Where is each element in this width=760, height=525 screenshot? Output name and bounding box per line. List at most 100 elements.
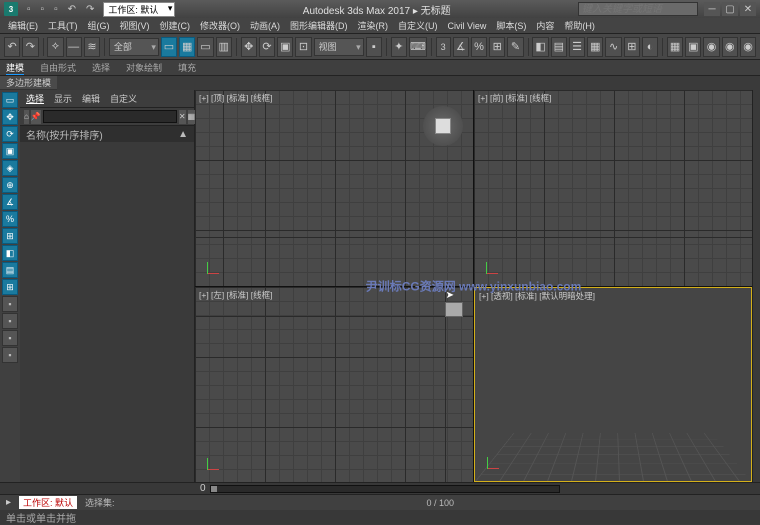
edit-named-sel-button[interactable]: ✎	[507, 37, 523, 57]
ref-coord-dropdown[interactable]: 视图	[314, 38, 364, 56]
menu-animation[interactable]: 动画(A)	[246, 19, 284, 32]
menu-group[interactable]: 组(G)	[84, 19, 114, 32]
tool-percent-icon[interactable]: %	[2, 211, 18, 227]
menu-tools[interactable]: 工具(T)	[44, 19, 82, 32]
menu-content[interactable]: 内容	[532, 19, 558, 32]
tool-place-icon[interactable]: ◈	[2, 160, 18, 176]
scene-tab-custom[interactable]: 自定义	[110, 92, 137, 105]
viewcube[interactable]	[423, 106, 463, 146]
app-icon[interactable]: 3	[4, 2, 18, 16]
time-slider-handle[interactable]	[211, 486, 217, 492]
ribbon-tab-freeform[interactable]: 自由形式	[40, 61, 76, 74]
viewport-top-label[interactable]: [+] [顶] [标准] [线框]	[199, 92, 272, 104]
ribbon-tab-populate[interactable]: 填充	[178, 61, 196, 74]
workspace-dropdown[interactable]: 工作区: 默认	[103, 2, 175, 17]
qat-redo-icon[interactable]: ↷	[83, 4, 97, 15]
ribbon-tab-modeling[interactable]: 建模	[6, 61, 24, 75]
menu-grapheditors[interactable]: 图形编辑器(D)	[286, 19, 352, 32]
ribbon-group-label[interactable]: 多边形建模	[0, 76, 57, 90]
scene-tab-display[interactable]: 显示	[54, 92, 72, 105]
move-button[interactable]: ✥	[241, 37, 257, 57]
material-editor-button[interactable]: ◐	[642, 37, 658, 57]
qat-undo-icon[interactable]: ↶	[65, 4, 79, 15]
viewport-left-label[interactable]: [+] [左] [标准] [线框]	[199, 289, 272, 301]
bind-button[interactable]: ≋	[84, 37, 100, 57]
mirror-button[interactable]: ◧	[532, 37, 548, 57]
scene-list[interactable]	[20, 142, 194, 482]
viewport-persp-label[interactable]: [+] [透视] [标准] [默认明暗处理]	[479, 290, 595, 302]
unlink-button[interactable]: —	[66, 37, 82, 57]
tool-misc2-icon[interactable]: ▪	[2, 313, 18, 329]
menu-script[interactable]: 脚本(S)	[492, 19, 530, 32]
rotate-button[interactable]: ⟳	[259, 37, 275, 57]
tool-spinner-icon[interactable]: ⊞	[2, 228, 18, 244]
tool-select-icon[interactable]: ▭	[2, 92, 18, 108]
rendered-frame-button[interactable]: ▣	[685, 37, 701, 57]
toggle-ribbon-button[interactable]: ▦	[587, 37, 603, 57]
viewport-perspective[interactable]: [+] [透视] [标准] [默认明暗处理]	[474, 287, 752, 483]
percent-snap-button[interactable]: %	[471, 37, 487, 57]
use-center-button[interactable]: ▪	[366, 37, 382, 57]
tool-misc4-icon[interactable]: ▪	[2, 347, 18, 363]
tool-scale-icon[interactable]: ▣	[2, 143, 18, 159]
snap-toggle-button[interactable]: 3	[436, 37, 451, 57]
select-object-button[interactable]: ▭	[161, 37, 177, 57]
scene-view-icon[interactable]: ▦	[188, 110, 196, 124]
maximize-icon[interactable]: ▢	[722, 2, 738, 16]
link-button[interactable]: ⟡	[47, 37, 63, 57]
window-crossing-button[interactable]: ▥	[216, 37, 232, 57]
expand-icon[interactable]: ▸	[6, 497, 11, 508]
menu-edit[interactable]: 编辑(E)	[4, 19, 42, 32]
angle-snap-button[interactable]: ∡	[453, 37, 469, 57]
workspace-status[interactable]: 工作区: 默认	[19, 496, 77, 509]
viewport-front[interactable]: [+] [前] [标准] [线框]	[474, 90, 752, 286]
help-search-input[interactable]	[578, 2, 698, 16]
minimize-icon[interactable]: ─	[704, 2, 720, 16]
tool-align-icon[interactable]: ▤	[2, 262, 18, 278]
viewport-left[interactable]: [+] [左] [标准] [线框]	[195, 287, 473, 483]
render-setup-button[interactable]: ▦	[667, 37, 683, 57]
scene-clear-icon[interactable]: ✕	[179, 110, 186, 124]
render-activeshade-button[interactable]: ◉	[740, 37, 756, 57]
menu-civilview[interactable]: Civil View	[444, 21, 491, 31]
menu-modifiers[interactable]: 修改器(O)	[196, 19, 244, 32]
spinner-snap-button[interactable]: ⊞	[489, 37, 505, 57]
tool-snap-icon[interactable]: ⊕	[2, 177, 18, 193]
menu-rendering[interactable]: 渲染(R)	[354, 19, 393, 32]
ribbon-tab-objectpaint[interactable]: 对象绘制	[126, 61, 162, 74]
scene-cube-object[interactable]	[445, 302, 463, 317]
render-production-button[interactable]: ◉	[703, 37, 719, 57]
select-name-button[interactable]: ▦	[179, 37, 195, 57]
menu-help[interactable]: 帮助(H)	[560, 19, 599, 32]
qat-save-icon[interactable]: ▫	[51, 4, 61, 15]
scene-pin-icon[interactable]: 📌	[31, 110, 41, 124]
tool-misc1-icon[interactable]: ▪	[2, 296, 18, 312]
tool-mirror-icon[interactable]: ◧	[2, 245, 18, 261]
tool-array-icon[interactable]: ⊞	[2, 279, 18, 295]
schematic-button[interactable]: ⊞	[624, 37, 640, 57]
tool-move-icon[interactable]: ✥	[2, 109, 18, 125]
placement-button[interactable]: ⊡	[295, 37, 311, 57]
layer-button[interactable]: ☰	[569, 37, 585, 57]
close-icon[interactable]: ✕	[740, 2, 756, 16]
render-iterative-button[interactable]: ◉	[722, 37, 738, 57]
menu-view[interactable]: 视图(V)	[116, 19, 154, 32]
tool-rotate-icon[interactable]: ⟳	[2, 126, 18, 142]
ribbon-tab-selection[interactable]: 选择	[92, 61, 110, 74]
command-panel-collapsed[interactable]	[752, 90, 760, 482]
selection-filter-dropdown[interactable]: 全部	[109, 38, 159, 56]
scale-button[interactable]: ▣	[277, 37, 293, 57]
time-slider[interactable]	[210, 485, 560, 493]
scene-tab-edit[interactable]: 编辑	[82, 92, 100, 105]
sort-chevron-icon[interactable]: ▲	[178, 129, 188, 140]
tool-angle-icon[interactable]: ∡	[2, 194, 18, 210]
undo-button[interactable]: ↶	[4, 37, 20, 57]
viewport-top[interactable]: [+] [顶] [标准] [线框]	[195, 90, 473, 286]
viewcube-face-icon[interactable]	[435, 118, 451, 134]
tool-misc3-icon[interactable]: ▪	[2, 330, 18, 346]
qat-new-icon[interactable]: ▫	[24, 4, 34, 15]
scene-tab-select[interactable]: 选择	[26, 92, 44, 105]
scene-search-input[interactable]	[43, 110, 177, 123]
keyboard-shortcut-button[interactable]: ⌨	[409, 37, 427, 57]
redo-button[interactable]: ↷	[22, 37, 38, 57]
